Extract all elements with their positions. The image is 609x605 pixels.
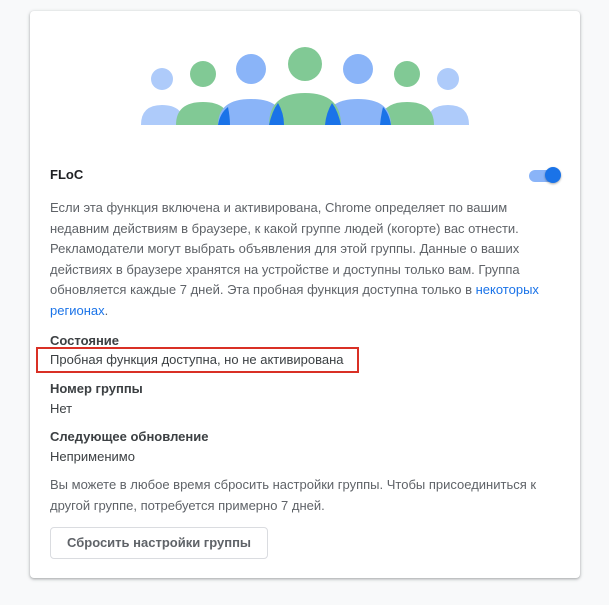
reset-group-button[interactable]: Сбросить настройки группы (50, 527, 269, 559)
person-head-1 (151, 68, 173, 90)
floc-settings-card: FLoC Если эта функция включена и активир… (30, 11, 580, 578)
person-head-2 (190, 61, 216, 87)
person-head-6 (394, 61, 420, 87)
toggle-knob (545, 167, 561, 183)
next-update-label: Следующее обновление (50, 429, 209, 444)
group-number-value: Нет (50, 401, 73, 416)
people-group-illustration (141, 47, 469, 125)
description-text: Если эта функция включена и активирована… (50, 200, 520, 297)
next-update-value: Неприменимо (50, 449, 135, 464)
status-label: Состояние (50, 333, 120, 348)
status-highlight-box (36, 347, 359, 373)
floc-description: Если эта функция включена и активирована… (50, 198, 560, 321)
floc-toggle[interactable] (527, 167, 561, 183)
person-head-4 (288, 47, 322, 81)
person-head-5 (343, 54, 373, 84)
reset-note: Вы можете в любое время сбросить настрой… (50, 477, 537, 513)
person-head-7 (437, 68, 459, 90)
person-head-3 (236, 54, 266, 84)
floc-title: FLoC (50, 167, 84, 182)
group-number-label: Номер группы (50, 381, 143, 396)
description-end: . (104, 302, 109, 318)
